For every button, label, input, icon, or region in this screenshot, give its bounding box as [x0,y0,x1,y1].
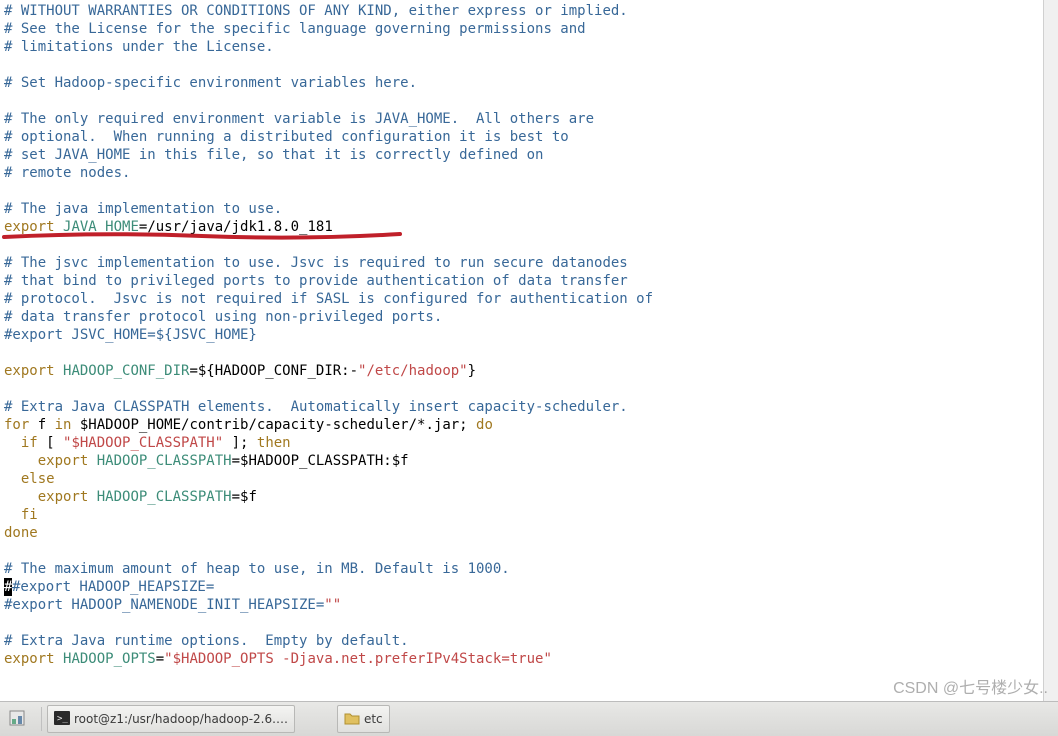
keyword-else: else [21,471,55,487]
code-line: # data transfer protocol using non-privi… [4,309,442,325]
code-line: # protocol. Jsvc is not required if SASL… [4,291,653,307]
show-desktop-button[interactable] [2,705,36,733]
code-line: # Set Hadoop-specific environment variab… [4,75,417,91]
keyword-export: export [38,453,89,469]
code-line: # optional. When running a distributed c… [4,129,569,145]
code-line: # remote nodes. [4,165,130,181]
text-editor-viewport[interactable]: # WITHOUT WARRANTIES OR CONDITIONS OF AN… [0,0,1058,702]
svg-text:>_: >_ [57,714,68,724]
taskbar: >_ root@z1:/usr/hadoop/hadoop-2.6.… etc [0,701,1058,736]
code-line: # The only required environment variable… [4,111,594,127]
code-line: #export HADOOP_NAMENODE_INIT_HEAPSIZE= [4,597,324,613]
keyword-export: export [4,219,55,235]
keyword-export: export [4,651,55,667]
keyword-export: export [4,363,55,379]
var-hadoop-opts: HADOOP_OPTS [63,651,156,667]
keyword-for: for [4,417,29,433]
keyword-fi: fi [21,507,38,523]
taskbar-terminal-window[interactable]: >_ root@z1:/usr/hadoop/hadoop-2.6.… [47,705,295,733]
folder-icon [344,711,360,728]
keyword-export: export [38,489,89,505]
taskbar-filemanager-window[interactable]: etc [337,705,390,733]
keyword-then: then [257,435,291,451]
code-line: # that bind to privileged ports to provi… [4,273,628,289]
taskbar-terminal-title: root@z1:/usr/hadoop/hadoop-2.6.… [74,712,288,726]
code-line: # Extra Java CLASSPATH elements. Automat… [4,399,628,415]
code-line: #export HADOOP_HEAPSIZE= [12,579,214,595]
text-cursor: # [4,578,12,596]
keyword-in: in [55,417,72,433]
code-line: # limitations under the License. [4,39,274,55]
vertical-scrollbar[interactable] [1043,0,1058,702]
code-line: # The jsvc implementation to use. Jsvc i… [4,255,628,271]
taskbar-separator [41,707,42,731]
var-hadoop-conf-dir: HADOOP_CONF_DIR [63,363,189,379]
terminal-icon: >_ [54,711,70,728]
code-line: # Extra Java runtime options. Empty by d… [4,633,409,649]
java-home-path: /usr/java/jdk1.8.0_181 [147,219,332,235]
code-line: # WITHOUT WARRANTIES OR CONDITIONS OF AN… [4,3,628,19]
code-line: # The maximum amount of heap to use, in … [4,561,510,577]
var-java-home: JAVA_HOME [63,219,139,235]
var-hadoop-classpath: HADOOP_CLASSPATH [97,489,232,505]
code-line: # See the License for the specific langu… [4,21,586,37]
code-line: #export JSVC_HOME=${JSVC_HOME} [4,327,257,343]
code-line: # set JAVA_HOME in this file, so that it… [4,147,543,163]
keyword-if: if [21,435,38,451]
var-hadoop-classpath: HADOOP_CLASSPATH [97,453,232,469]
taskbar-filemanager-title: etc [364,712,383,726]
code-line: # The java implementation to use. [4,201,282,217]
keyword-done: done [4,525,38,541]
keyword-do: do [476,417,493,433]
show-desktop-icon [9,710,25,729]
